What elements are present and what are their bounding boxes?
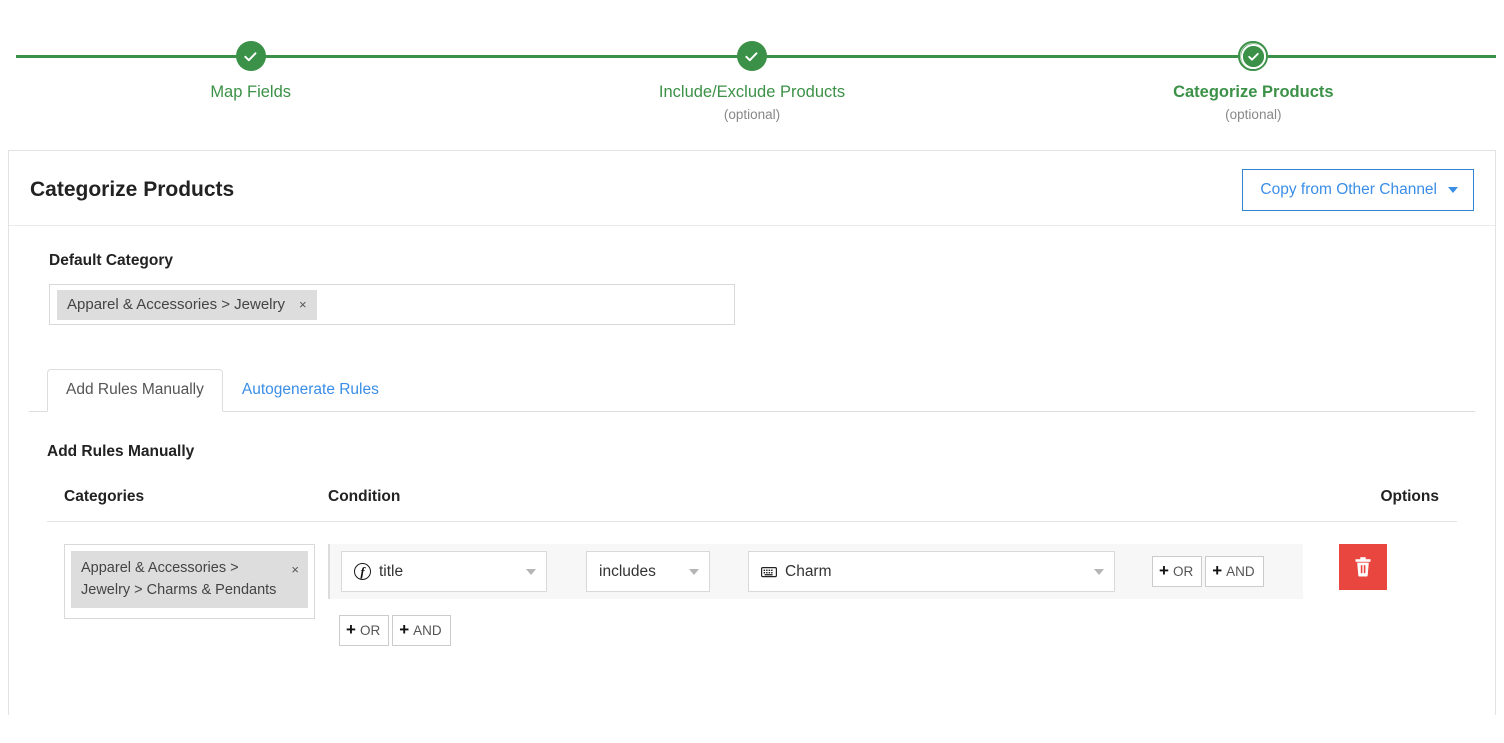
condition-operator-select[interactable]: includes: [586, 551, 710, 592]
rule-category-input[interactable]: Apparel & Accessories > Jewelry > Charms…: [64, 544, 315, 619]
step-label: Include/Exclude Products: [658, 83, 846, 101]
step-label: Map Fields: [210, 83, 292, 101]
wizard-step-map-fields[interactable]: Map Fields: [0, 0, 501, 150]
wizard-steps: Map Fields Include/Exclude Products (opt…: [0, 0, 1504, 150]
step-complete-bullet: [235, 41, 266, 71]
add-or-condition-button[interactable]: + OR: [1152, 556, 1203, 587]
default-category-token-label: Apparel & Accessories > Jewelry: [67, 295, 286, 313]
rule-category-token: Apparel & Accessories > Jewelry > Charms…: [71, 551, 308, 608]
chevron-down-icon: [1094, 568, 1104, 575]
plus-icon: +: [399, 619, 410, 639]
step-label: Categorize Products: [1173, 83, 1334, 101]
check-icon: [1248, 52, 1259, 61]
table-row: Apparel & Accessories > Jewelry > Charms…: [47, 522, 1457, 646]
chevron-down-icon: [689, 568, 699, 575]
default-category-token: Apparel & Accessories > Jewelry ×: [57, 289, 317, 320]
add-and-condition-label: AND: [1226, 563, 1255, 579]
row-categories-cell: Apparel & Accessories > Jewelry > Charms…: [47, 544, 328, 619]
default-category-input[interactable]: Apparel & Accessories > Jewelry ×: [49, 284, 735, 325]
chevron-down-icon: [526, 568, 536, 575]
copy-button-label: Copy from Other Channel: [1260, 181, 1437, 198]
condition-inline-add-buttons: + OR + AND: [1152, 556, 1264, 587]
tab-autogenerate-rules[interactable]: Autogenerate Rules: [223, 369, 398, 412]
plus-icon: +: [346, 619, 356, 639]
condition-field-value: title: [379, 562, 404, 580]
condition-value-select[interactable]: Charm: [748, 551, 1115, 592]
step-complete-bullet: [736, 41, 767, 71]
rule-category-token-label: Apparel & Accessories > Jewelry > Charms…: [81, 560, 277, 598]
row-condition-cell: f title includes Charm + OR + AND + OR +…: [328, 544, 1307, 646]
add-or-condition-label: OR: [1172, 563, 1194, 579]
plus-icon: +: [1212, 560, 1223, 580]
condition-operator-value: includes: [599, 562, 656, 580]
default-category-label: Default Category: [49, 252, 174, 269]
wizard-step-include-exclude-products[interactable]: Include/Exclude Products (optional): [501, 0, 1002, 150]
add-or-rule-button[interactable]: + OR: [339, 615, 390, 646]
wizard-progress: Map Fields Include/Exclude Products (opt…: [0, 0, 1504, 150]
copy-from-other-channel-button[interactable]: Copy from Other Channel: [1242, 169, 1474, 211]
plus-icon: +: [1159, 560, 1169, 580]
row-options-cell: [1307, 544, 1457, 590]
condition-value-text: Charm: [785, 562, 832, 580]
condition-field-select[interactable]: f title: [341, 551, 547, 592]
keyboard-icon: [761, 566, 777, 578]
categorize-products-card: Categorize Products Copy from Other Chan…: [8, 150, 1496, 715]
page-title: Categorize Products: [30, 178, 235, 201]
column-header-options: Options: [1380, 488, 1439, 505]
chevron-down-icon: [1448, 187, 1458, 193]
remove-token-icon[interactable]: ×: [291, 559, 299, 581]
check-icon: [745, 51, 758, 61]
tab-add-rules-manually[interactable]: Add Rules Manually: [47, 369, 223, 412]
step-current-bullet: [1238, 41, 1269, 71]
step-sublabel: (optional): [723, 107, 781, 122]
condition-group: f title includes Charm + OR + AND: [328, 544, 1303, 599]
section-title: Add Rules Manually: [47, 443, 195, 460]
wizard-step-categorize-products[interactable]: Categorize Products (optional): [1003, 0, 1504, 150]
delete-rule-button[interactable]: [1339, 544, 1387, 590]
function-icon: f: [354, 563, 371, 580]
trash-icon: [1355, 557, 1371, 577]
rules-table-header: Categories Condition Options: [47, 487, 1457, 522]
check-icon: [244, 51, 257, 61]
rules-table: Categories Condition Options Apparel & A…: [47, 487, 1457, 646]
step-sublabel: (optional): [1225, 107, 1282, 122]
add-or-rule-label: OR: [359, 622, 381, 638]
column-header-condition: Condition: [328, 488, 401, 505]
add-and-rule-button[interactable]: + AND: [392, 615, 451, 646]
rules-tabs: Add Rules Manually Autogenerate Rules: [29, 369, 1475, 412]
add-and-condition-button[interactable]: + AND: [1205, 556, 1264, 587]
remove-token-icon[interactable]: ×: [299, 298, 307, 311]
card-body: Default Category Apparel & Accessories >…: [9, 251, 1495, 646]
add-and-rule-label: AND: [413, 622, 442, 638]
rule-row-add-buttons: + OR + AND: [339, 615, 1307, 646]
card-header: Categorize Products Copy from Other Chan…: [9, 151, 1495, 226]
column-header-categories: Categories: [64, 488, 145, 505]
